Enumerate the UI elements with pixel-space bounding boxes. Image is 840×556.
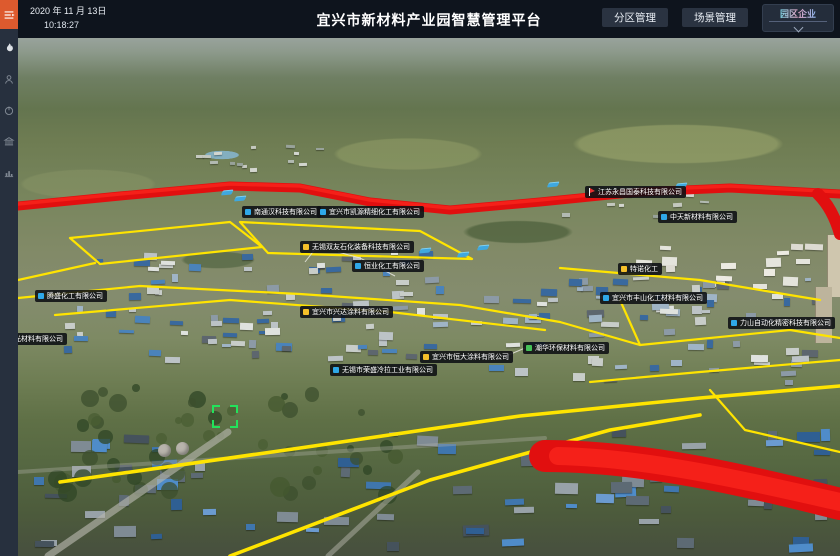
menu-button[interactable] — [0, 0, 18, 29]
company-marker-icon — [661, 214, 667, 220]
map-company-label[interactable]: 中天新材料有限公司 — [658, 211, 737, 223]
scene-management-button[interactable]: 场景管理 — [682, 8, 748, 27]
company-label-text: 腾盛化工有限公司 — [47, 293, 103, 300]
company-marker-icon — [245, 209, 251, 215]
map-company-label[interactable]: 宜兴市兴达涂料有限公司 — [300, 306, 393, 318]
map-company-label[interactable]: 宜兴市丰山化工材料有限公司 — [600, 292, 707, 304]
energy-button[interactable] — [0, 98, 18, 122]
user-icon — [3, 73, 15, 86]
flag-marker-icon — [588, 188, 595, 196]
label-layer: 南通汉科技有限公司 宜兴市凯源精细化工有限公司无锡双友石化装备科技有限公司恒业化工… — [18, 36, 840, 556]
chevron-down-icon — [793, 23, 803, 33]
map-3d-view[interactable]: 南通汉科技有限公司 宜兴市凯源精细化工有限公司无锡双友石化装备科技有限公司恒业化工… — [18, 36, 840, 556]
company-label-text: 无锡市荣盛冷拉工业有限公司 — [342, 367, 433, 374]
company-label-text: 中天新材料有限公司 — [670, 214, 733, 221]
company-marker-icon — [423, 354, 429, 360]
map-company-label[interactable]: 无锡双友石化装备科技有限公司 — [300, 241, 414, 253]
dropdown-label: 园区企业 — [780, 7, 816, 20]
company-label-text: 无锡双友石化装备科技有限公司 — [312, 244, 410, 251]
personnel-button[interactable] — [0, 67, 18, 91]
company-label-text: 潮华环保材料有限公司 — [535, 345, 605, 352]
map-company-label[interactable]: 力山自动化精密科技有限公司 — [728, 317, 835, 329]
bank-icon — [3, 135, 15, 148]
enterprise-button[interactable] — [0, 129, 18, 153]
fire-icon — [3, 42, 15, 55]
company-label-text: 江苏永昌国泰科技有限公司 — [598, 189, 682, 196]
company-label-text: 特诺化工 — [630, 266, 658, 273]
company-label-text: 宜兴市丰山化工材料有限公司 — [612, 295, 703, 302]
company-marker-icon — [38, 293, 44, 299]
company-marker-icon — [320, 209, 326, 215]
company-marker-icon — [333, 367, 339, 373]
company-label-text: 力山自动化精密科技有限公司 — [740, 320, 831, 327]
app-root: 2020 年 11 月 13日 10:18:27 宜兴市新材料产业园智慧管理平台… — [0, 0, 840, 556]
map-company-label[interactable]: 恒业化工有限公司 — [352, 260, 424, 272]
menu-icon — [2, 8, 16, 22]
map-company-label[interactable]: 无锡市荣盛冷拉工业有限公司 — [330, 364, 437, 376]
company-marker-icon — [303, 244, 309, 250]
company-marker-icon — [526, 345, 532, 351]
zone-management-button[interactable]: 分区管理 — [602, 8, 668, 27]
map-company-label[interactable]: 宜兴市塑光材料有限公司 — [18, 333, 67, 345]
topbar: 2020 年 11 月 13日 10:18:27 宜兴市新材料产业园智慧管理平台… — [18, 0, 840, 38]
map-company-label[interactable]: 腾盛化工有限公司 — [35, 290, 107, 302]
statistics-button[interactable] — [0, 160, 18, 184]
company-marker-icon — [355, 263, 361, 269]
map-company-label[interactable]: 潮华环保材料有限公司 — [523, 342, 609, 354]
fire-alarm-button[interactable] — [0, 36, 18, 60]
company-marker-icon — [621, 266, 627, 272]
company-marker-icon — [303, 309, 309, 315]
map-company-label[interactable]: 南通汉科技有限公司 — [242, 206, 321, 218]
company-marker-icon — [603, 295, 609, 301]
map-company-label[interactable]: 宜兴市恒大涂料有限公司 — [420, 351, 513, 363]
company-label-text: 宜兴市凯源精细化工有限公司 — [329, 209, 420, 216]
park-enterprises-dropdown[interactable]: 园区企业 — [762, 4, 834, 32]
company-label-text: 宜兴市恒大涂料有限公司 — [432, 354, 509, 361]
bar-chart-icon — [3, 166, 15, 179]
topbar-actions: 分区管理 场景管理 园区企业 — [602, 4, 834, 32]
map-company-label[interactable]: 特诺化工 — [618, 263, 662, 275]
power-icon — [3, 104, 15, 117]
company-label-text: 宜兴市塑光材料有限公司 — [18, 336, 63, 343]
sidebar — [0, 0, 18, 556]
map-company-label[interactable]: 宜兴市凯源精细化工有限公司 — [317, 206, 424, 218]
company-label-text: 恒业化工有限公司 — [364, 263, 420, 270]
map-company-label[interactable]: 江苏永昌国泰科技有限公司 — [585, 186, 686, 198]
company-label-text: 宜兴市兴达涂料有限公司 — [312, 309, 389, 316]
company-label-text: 南通汉科技有限公司 — [254, 209, 317, 216]
company-marker-icon — [731, 320, 737, 326]
